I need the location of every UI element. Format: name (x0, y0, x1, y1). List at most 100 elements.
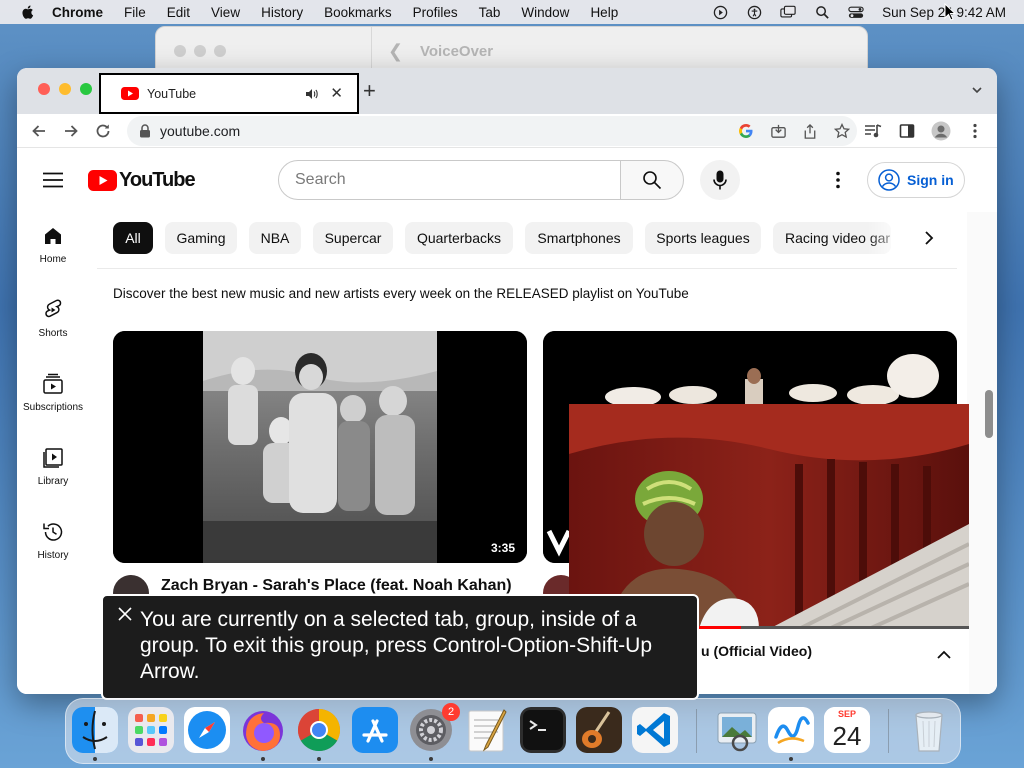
video-title-1[interactable]: Zach Bryan - Sarah's Place (feat. Noah K… (161, 577, 512, 595)
freeform-running-dot (789, 757, 793, 761)
chevron-up-icon[interactable] (937, 650, 951, 660)
garageband-icon[interactable] (576, 707, 622, 753)
chip-sports-leagues[interactable]: Sports leagues (645, 222, 761, 254)
minimize-window-button[interactable] (59, 83, 71, 95)
search-button[interactable] (620, 160, 684, 200)
address-bar[interactable]: youtube.com (127, 116, 857, 146)
video-thumbnail-1[interactable]: 3:35 (113, 331, 527, 563)
page-scrollbar-track[interactable] (967, 212, 997, 694)
trash-icon[interactable] (906, 707, 952, 753)
minimize-window-icon[interactable] (194, 45, 206, 57)
menu-edit[interactable]: Edit (167, 5, 190, 20)
textedit-icon[interactable] (464, 707, 510, 753)
close-window-icon[interactable] (174, 45, 186, 57)
google-lens-icon[interactable] (737, 122, 755, 140)
play-circle-icon[interactable] (712, 4, 728, 20)
close-window-button[interactable] (38, 83, 50, 95)
voice-search-button[interactable] (700, 160, 740, 200)
tab-close-icon[interactable]: ✕ (330, 84, 343, 102)
sidebar-item-library[interactable]: Library (17, 434, 89, 500)
control-center-icon[interactable] (848, 4, 864, 20)
sidebar-item-home[interactable]: Home (17, 212, 89, 278)
chip-smartphones[interactable]: Smartphones (525, 222, 633, 254)
media-controls-icon[interactable] (863, 121, 883, 141)
sign-in-button[interactable]: Sign in (867, 162, 965, 198)
tab-youtube[interactable]: YouTube ✕ (99, 73, 359, 114)
search-box[interactable] (278, 160, 621, 200)
back-chevron-icon[interactable]: ❮ (388, 41, 403, 62)
chevron-right-icon (925, 231, 934, 245)
menu-help[interactable]: Help (590, 5, 618, 20)
spotlight-search-icon[interactable] (814, 4, 830, 20)
dock-separator-2 (888, 709, 889, 753)
calendar-icon[interactable]: SEP 24 (824, 707, 870, 753)
reload-icon[interactable] (94, 122, 112, 140)
share-icon[interactable] (801, 122, 819, 140)
zoom-window-icon[interactable] (214, 45, 226, 57)
back-arrow-icon[interactable] (30, 122, 48, 140)
chrome-icon[interactable] (296, 707, 342, 753)
settings-more-button[interactable] (829, 170, 847, 190)
youtube-favicon-icon (121, 87, 139, 100)
address-url[interactable]: youtube.com (160, 123, 240, 139)
chrome-menu-icon[interactable] (965, 121, 985, 141)
voiceover-caption-close-icon[interactable] (117, 606, 133, 622)
search-input[interactable] (295, 171, 595, 189)
sidebar-item-subscriptions[interactable]: Subscriptions (17, 360, 89, 426)
menu-history[interactable]: History (261, 5, 303, 20)
chips-next-button[interactable] (912, 224, 946, 252)
calendar-month: SEP (824, 707, 870, 721)
menu-tab[interactable]: Tab (479, 5, 501, 20)
safari-icon[interactable] (184, 707, 230, 753)
menu-view[interactable]: View (211, 5, 240, 20)
zoom-window-button[interactable] (80, 83, 92, 95)
filter-chips-bar: All Gaming NBA Supercar Quarterbacks Sma… (97, 212, 957, 268)
side-panel-icon[interactable] (897, 121, 917, 141)
vscode-icon[interactable] (632, 707, 678, 753)
forward-arrow-icon[interactable] (62, 122, 80, 140)
sidebar-item-history[interactable]: History (17, 508, 89, 574)
menu-bar: Chrome File Edit View History Bookmarks … (0, 0, 1024, 24)
freeform-icon[interactable] (768, 707, 814, 753)
dock: 2 SEP 24 (65, 698, 961, 764)
page-scrollbar-thumb[interactable] (985, 390, 993, 438)
install-app-icon[interactable] (769, 122, 787, 140)
app-store-icon[interactable] (352, 707, 398, 753)
voiceover-window-title: VoiceOver (420, 43, 494, 60)
terminal-icon[interactable] (520, 707, 566, 753)
firefox-icon[interactable] (240, 707, 286, 753)
lock-icon[interactable] (139, 124, 151, 138)
sidebar-item-shorts[interactable]: Shorts (17, 286, 89, 352)
tab-audio-icon[interactable] (305, 87, 319, 101)
voiceover-caption-text: You are currently on a selected tab, gro… (140, 608, 653, 683)
chip-all[interactable]: All (113, 222, 153, 254)
youtube-logo[interactable]: YouTube (88, 169, 196, 192)
system-settings-running-dot (429, 757, 433, 761)
chip-supercar[interactable]: Supercar (313, 222, 393, 254)
microphone-icon (713, 170, 727, 190)
more-vertical-icon (836, 171, 840, 189)
menu-file[interactable]: File (124, 5, 146, 20)
chip-nba[interactable]: NBA (249, 222, 301, 254)
finder-icon[interactable] (72, 707, 118, 753)
new-tab-icon[interactable]: + (363, 78, 376, 104)
accessibility-icon[interactable] (746, 4, 762, 20)
chip-quarterbacks[interactable]: Quarterbacks (405, 222, 513, 254)
menu-bookmarks[interactable]: Bookmarks (324, 5, 392, 20)
preview-icon[interactable] (714, 707, 760, 753)
menu-window[interactable]: Window (521, 5, 569, 20)
chip-gaming[interactable]: Gaming (165, 222, 237, 254)
pip-video-title[interactable]: u (Official Video) (701, 643, 812, 659)
profile-avatar-icon[interactable] (931, 121, 951, 141)
history-icon (43, 523, 63, 541)
bookmark-star-icon[interactable] (833, 122, 851, 140)
menu-profiles[interactable]: Profiles (413, 5, 458, 20)
tab-search-chevron-icon[interactable] (971, 84, 983, 96)
apple-menu-icon[interactable] (18, 4, 38, 20)
launchpad-icon[interactable] (128, 707, 174, 753)
screen-mirror-icon[interactable] (780, 4, 796, 20)
sign-in-label: Sign in (907, 172, 954, 188)
calendar-day: 24 (832, 721, 862, 751)
hamburger-menu-icon[interactable] (43, 172, 63, 188)
menu-app-name[interactable]: Chrome (52, 5, 103, 20)
